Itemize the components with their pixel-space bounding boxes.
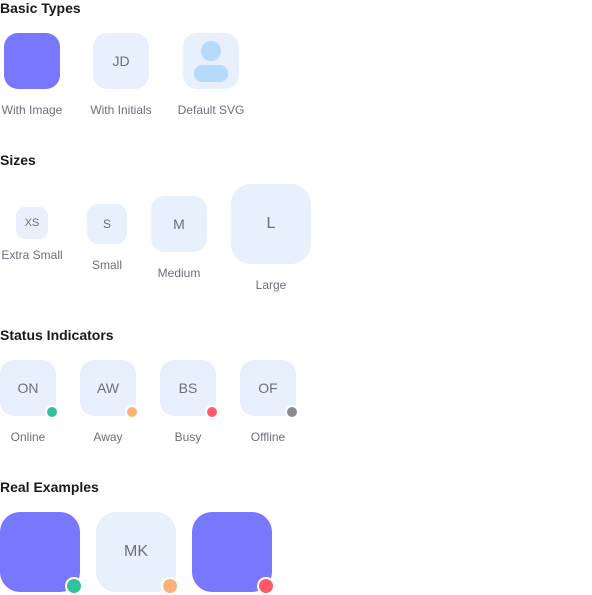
status-dot-away [125,405,139,419]
avatar-status-busy-item: BS Busy [160,360,219,444]
initials-text: BS [178,380,198,396]
status-dot-busy [257,577,275,595]
avatar-label: Busy [174,430,202,444]
avatar-with-initials-item: JD With Initials [81,33,161,117]
initials-text: MK [124,543,148,560]
avatar-label: Offline [250,430,286,444]
status-dot-online [65,577,83,595]
avatar-s: S [87,204,127,244]
initials-text: OF [258,380,278,396]
section-title-status: Status Indicators [0,327,114,343]
avatar-label: Away [93,430,123,444]
avatar-with-image-item: With Image [0,33,64,117]
avatar-initials: JD [93,33,149,89]
initials-text: ON [17,380,39,396]
status-dot-away [161,577,179,595]
avatar-status-away-item: AW Away [80,360,139,444]
section-title-sizes: Sizes [0,152,36,168]
avatar-label: Online [10,430,46,444]
avatar-m: M [151,196,207,252]
section-title-real-examples: Real Examples [0,479,99,495]
avatar-real-image-online [0,512,83,595]
avatar-label: Default SVG [177,103,245,117]
avatar-l: L [231,184,311,264]
section-title-basic-types: Basic Types [0,0,81,16]
user-icon [194,41,228,82]
avatar-label: With Initials [90,103,152,117]
initials-text: XS [24,217,40,229]
avatar-default-svg-item: Default SVG [171,33,251,117]
status-dot-busy [205,405,219,419]
avatar-status-offline-item: OF Offline [240,360,299,444]
initials-text: M [173,216,185,232]
avatar-label: Extra Small [1,248,63,262]
status-dot-online [45,405,59,419]
avatar-xs: XS [16,207,48,239]
avatar-status-online-item: ON Online [0,360,59,444]
avatar-label: Large [255,278,287,292]
avatar-busy: BS [160,360,219,419]
avatar-real-image-busy [192,512,275,595]
avatar-real-initials-away: MK [96,512,179,595]
avatar-size-m-item: M Medium [144,196,214,280]
avatar-image [4,33,60,89]
avatar-away: AW [80,360,139,419]
avatar-size-s-item: S Small [77,204,137,272]
avatar-default [183,33,239,89]
initials-text: JD [112,53,130,69]
initials-text: AW [96,380,120,396]
avatar-label: Medium [157,266,201,280]
avatar-offline: OF [240,360,299,419]
avatar-online: ON [0,360,59,419]
avatar-label: Small [91,258,122,272]
avatar-size-l-item: L Large [226,184,316,292]
initials-text: S [102,217,111,231]
initials-text: L [266,215,276,232]
avatar-size-xs-item: XS Extra Small [0,207,64,262]
avatar-label: With Image [1,103,63,117]
status-dot-offline [285,405,299,419]
